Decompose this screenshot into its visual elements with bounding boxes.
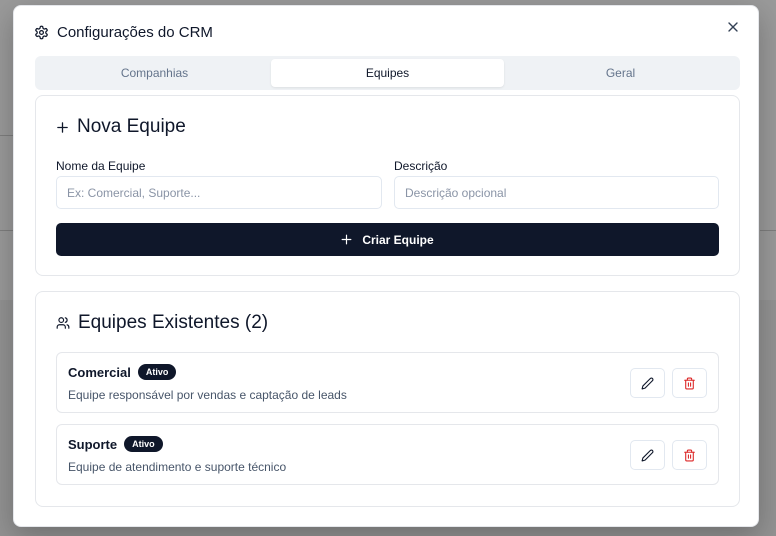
pencil-icon	[641, 449, 654, 461]
trash-icon	[684, 449, 695, 461]
team-item: Suporte Ativo Equipe de atendimento e su…	[56, 424, 719, 485]
plus-icon	[57, 121, 68, 133]
background-divider	[760, 230, 776, 231]
existing-teams-title: Equipes Existentes (2)	[78, 312, 269, 333]
close-icon	[728, 22, 738, 32]
team-name-row: Comercial Ativo	[68, 364, 177, 380]
tab-companhias[interactable]: Companhias	[38, 59, 271, 87]
team-name-row: Suporte Ativo	[68, 436, 163, 452]
create-team-button[interactable]: Criar Equipe	[56, 223, 719, 256]
description-input[interactable]	[394, 176, 719, 209]
team-name-label: Nome da Equipe	[56, 159, 146, 173]
create-team-label: Criar Equipe	[362, 232, 434, 247]
background-divider	[0, 135, 13, 136]
close-button[interactable]	[722, 16, 744, 38]
status-badge: Ativo	[124, 436, 163, 452]
delete-team-button[interactable]	[672, 440, 707, 470]
dialog-header: Configurações do CRM	[34, 24, 213, 41]
team-name: Comercial	[68, 364, 131, 380]
status-badge: Ativo	[137, 364, 177, 380]
trash-icon	[684, 377, 695, 389]
description-label: Descrição	[394, 159, 448, 173]
new-team-title: Nova Equipe	[77, 116, 186, 137]
edit-team-button[interactable]	[630, 440, 665, 470]
team-name-input[interactable]	[56, 176, 382, 209]
background-divider	[0, 230, 13, 231]
gear-icon	[35, 25, 48, 40]
tab-geral[interactable]: Geral	[504, 59, 737, 87]
new-team-card: Nova Equipe Nome da Equipe Descrição Cri…	[35, 95, 740, 276]
team-description: Equipe responsável por vendas e captação…	[68, 388, 347, 402]
crm-settings-dialog: Configurações do CRM Companhias Equipes …	[13, 5, 759, 527]
existing-teams-card: Equipes Existentes (2) Comercial Ativo E…	[35, 291, 740, 507]
dialog-title: Configurações do CRM	[57, 24, 213, 41]
new-team-header: Nova Equipe	[56, 116, 186, 138]
tab-equipes[interactable]: Equipes	[271, 59, 504, 87]
settings-tabs: Companhias Equipes Geral	[35, 56, 740, 90]
users-icon	[56, 317, 70, 329]
pencil-icon	[641, 377, 654, 389]
existing-teams-header: Equipes Existentes (2)	[56, 312, 268, 334]
team-description: Equipe de atendimento e suporte técnico	[68, 460, 287, 474]
team-name: Suporte	[68, 436, 118, 452]
plus-icon	[341, 234, 352, 245]
team-item: Comercial Ativo Equipe responsável por v…	[56, 352, 719, 413]
edit-team-button[interactable]	[630, 368, 665, 398]
delete-team-button[interactable]	[672, 368, 707, 398]
